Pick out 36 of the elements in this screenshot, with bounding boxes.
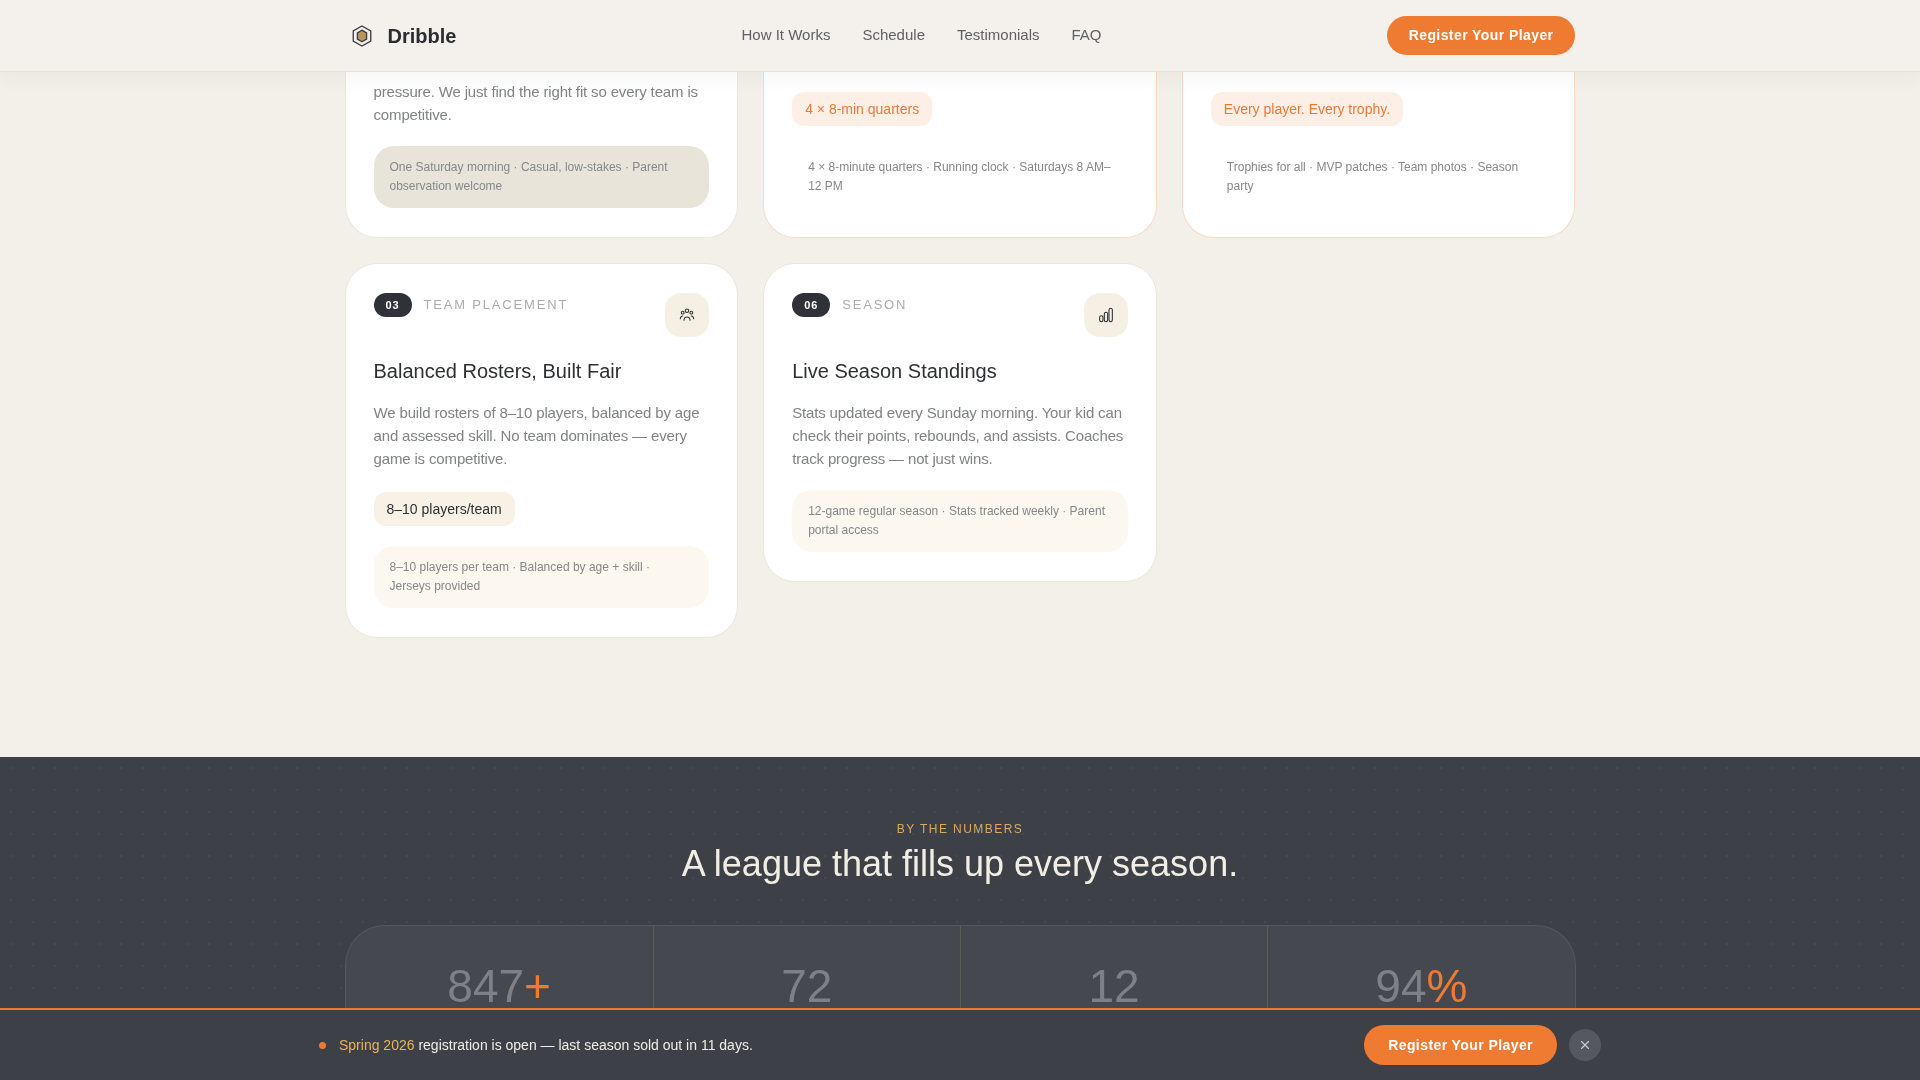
details-text: Trophies for all · MVP patches · Team photos · Season party (1226, 159, 1520, 195)
card-description: Stats updated every Sunday morning. Your kid can check their points, rebounds, and assists. Coaches track progress — not just wins. (792, 403, 1125, 469)
nav-link[interactable]: FAQ (1071, 24, 1102, 47)
stat-value: 12 (1088, 963, 1140, 1008)
step-label: SEASON (842, 296, 908, 315)
bar-chart-icon (1083, 293, 1128, 337)
card-description: We build rosters of 8–10 players, balanced by age and assessed skill. No team dominates — every game is competitive. (373, 403, 701, 469)
card-title: Balanced Rosters, Built Fair (373, 359, 623, 384)
stat-value: 847+ (447, 963, 551, 1008)
details-text: 8–10 players per team · Balanced by age + skill · Jerseys provided (389, 559, 651, 595)
step-label: TEAM PLACEMENT (423, 296, 569, 315)
brand-name[interactable]: Dribble (387, 20, 457, 51)
register-button[interactable]: Register Your Player (1364, 1025, 1557, 1065)
announcement-text: Spring 2026 registration is open — last season sold out in 11 days. (339, 1035, 753, 1055)
details-text: 12-game regular season · Stats tracked weekly · Parent portal access (808, 503, 1106, 539)
tag-chip: Every player. Every trophy. (1210, 92, 1404, 126)
close-icon (1578, 1038, 1592, 1052)
step-number: 03 (373, 293, 412, 317)
card-title: Live Season Standings (792, 359, 998, 384)
details-text: 4 × 8-minute quarters · Running clock · Saturdays 8 AM–12 PM (808, 159, 1112, 195)
stat-value: 94% (1375, 963, 1468, 1008)
details-text: One Saturday morning · Casual, low-stakes · Parent observation welcome (389, 159, 669, 195)
section-eyebrow: BY THE NUMBERS (896, 821, 1024, 837)
hexagon-logo-icon (351, 24, 372, 47)
stat-value: 72 (781, 963, 833, 1008)
nav-link[interactable]: Testimonials (957, 24, 1040, 47)
nav-link[interactable]: Schedule (862, 24, 925, 47)
tag-chip: 8–10 players/team (373, 492, 515, 526)
tag-chip: 4 × 8-min quarters (792, 92, 933, 126)
people-icon (665, 293, 710, 337)
section-heading: A league that fills up every season. (681, 842, 1239, 886)
card-description: pressure. We just find the right fit so every team is competitive. (373, 82, 699, 125)
step-number: 06 (792, 293, 831, 317)
nav-link[interactable]: How It Works (741, 24, 831, 47)
close-button[interactable] (1569, 1029, 1601, 1061)
register-button[interactable]: Register Your Player (1386, 16, 1576, 55)
